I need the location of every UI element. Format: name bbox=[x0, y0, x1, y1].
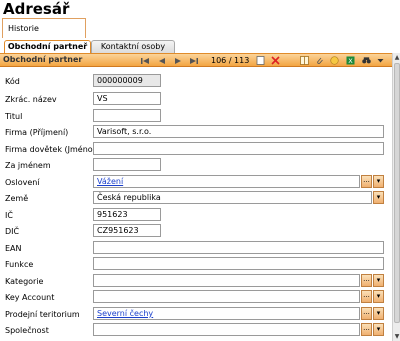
scroll-down-icon[interactable]: ▼ bbox=[393, 332, 400, 341]
dic-input[interactable]: CZ951623 bbox=[93, 224, 161, 237]
spolecnost-dropdown-button[interactable]: ▾ bbox=[373, 323, 384, 336]
spolecnost-browse-button[interactable]: ... bbox=[361, 323, 372, 336]
tab-kontaktni-osoby[interactable]: Kontaktní osoby bbox=[91, 40, 175, 53]
label-key-account: Key Account bbox=[5, 293, 55, 302]
scroll-up-icon[interactable]: ▲ bbox=[393, 53, 400, 62]
row-zkrac-nazev: Zkrác. název VS bbox=[0, 92, 392, 108]
row-dic: DIČ CZ951623 bbox=[0, 224, 392, 240]
toolbar-title: Obchodní partner bbox=[3, 55, 83, 64]
record-counter: 106 / 113 bbox=[211, 56, 250, 65]
zeme-select[interactable]: Česká republika bbox=[93, 191, 372, 204]
kategorie-dropdown-button[interactable]: ▾ bbox=[373, 274, 384, 287]
row-kod: Kód 000000009 bbox=[0, 74, 392, 90]
label-zkrac-nazev: Zkrác. název bbox=[5, 95, 57, 104]
zkrac-nazev-input[interactable]: VS bbox=[93, 92, 161, 105]
firma-dovetek-input[interactable] bbox=[93, 142, 384, 155]
toolbar-dropdown-icon[interactable] bbox=[376, 56, 385, 65]
spolecnost-input[interactable] bbox=[93, 323, 360, 336]
ean-input[interactable] bbox=[93, 241, 384, 254]
row-spolecnost: Společnost ... ▾ bbox=[0, 323, 392, 339]
tab-strip: Obchodní partneř Kontaktní osoby bbox=[0, 40, 400, 54]
excel-export-icon[interactable]: X bbox=[346, 56, 355, 65]
label-prodejni-teritorium: Prodejní teritorium bbox=[5, 310, 80, 319]
label-zeme: Země bbox=[5, 194, 29, 203]
label-spolecnost: Společnost bbox=[5, 326, 49, 335]
attachment-icon[interactable] bbox=[315, 56, 324, 65]
label-kategorie: Kategorie bbox=[5, 277, 44, 286]
row-prodejni-teritorium: Prodejní teritorium Severní čechy ... ▾ bbox=[0, 307, 392, 323]
new-record-icon[interactable] bbox=[256, 56, 265, 65]
row-ic: IČ 951623 bbox=[0, 208, 392, 224]
prev-record-icon[interactable] bbox=[157, 56, 166, 65]
prodejni-teritorium-input[interactable]: Severní čechy bbox=[93, 307, 360, 320]
row-za-jmenem: Za jménem bbox=[0, 158, 392, 174]
key-account-input[interactable] bbox=[93, 290, 360, 303]
label-kod: Kód bbox=[5, 77, 20, 86]
next-record-icon[interactable] bbox=[173, 56, 182, 65]
binoculars-icon[interactable] bbox=[362, 56, 371, 65]
row-kategorie: Kategorie ... ▾ bbox=[0, 274, 392, 290]
label-dic: DIČ bbox=[5, 227, 20, 236]
first-record-icon[interactable] bbox=[140, 56, 149, 65]
label-firma: Firma (Příjmení) bbox=[5, 128, 69, 137]
kategorie-input[interactable] bbox=[93, 274, 360, 287]
row-firma: Firma (Příjmení) Varisoft, s.r.o. bbox=[0, 125, 392, 141]
kod-field: 000000009 bbox=[93, 74, 161, 87]
key-account-browse-button[interactable]: ... bbox=[361, 290, 372, 303]
row-zeme: Země Česká republika ▾ bbox=[0, 191, 392, 207]
osloveni-browse-button[interactable]: ... bbox=[361, 175, 372, 188]
row-titul: Titul bbox=[0, 109, 392, 125]
label-ic: IČ bbox=[5, 211, 13, 220]
za-jmenem-input[interactable] bbox=[93, 158, 161, 171]
label-funkce: Funkce bbox=[5, 260, 34, 269]
funkce-input[interactable] bbox=[93, 257, 384, 270]
scroll-thumb[interactable] bbox=[394, 63, 400, 323]
row-funkce: Funkce bbox=[0, 257, 392, 273]
row-ean: EAN bbox=[0, 241, 392, 257]
app-title: Adresář bbox=[3, 0, 70, 18]
label-za-jmenem: Za jménem bbox=[5, 161, 51, 170]
tab-historie-komunikace[interactable]: Historie komunikace bbox=[2, 18, 86, 52]
row-osloveni: Oslovení Vážení ... ▾ bbox=[0, 175, 392, 191]
label-osloveni: Oslovení bbox=[5, 178, 40, 187]
svg-text:X: X bbox=[348, 57, 353, 65]
titul-input[interactable] bbox=[93, 109, 161, 122]
key-account-dropdown-button[interactable]: ▾ bbox=[373, 290, 384, 303]
kategorie-browse-button[interactable]: ... bbox=[361, 274, 372, 287]
row-key-account: Key Account ... ▾ bbox=[0, 290, 392, 306]
tab-obchodni-partner[interactable]: Obchodní partneř bbox=[4, 40, 91, 54]
vertical-scrollbar[interactable]: ▲ ▼ bbox=[392, 53, 400, 341]
delete-record-icon[interactable] bbox=[271, 56, 280, 65]
firma-input[interactable]: Varisoft, s.r.o. bbox=[93, 125, 384, 138]
status-circle-icon[interactable] bbox=[330, 56, 339, 65]
teritorium-browse-button[interactable]: ... bbox=[361, 307, 372, 320]
last-record-icon[interactable] bbox=[189, 56, 198, 65]
osloveni-input[interactable]: Vážení bbox=[93, 175, 360, 188]
ic-input[interactable]: 951623 bbox=[93, 208, 161, 221]
label-ean: EAN bbox=[5, 244, 22, 253]
osloveni-dropdown-button[interactable]: ▾ bbox=[373, 175, 384, 188]
row-firma-dovetek: Firma dovětek (Jméno) bbox=[0, 142, 392, 158]
record-toolbar: Obchodní partner 106 / 113 X bbox=[0, 53, 392, 67]
columns-icon[interactable] bbox=[300, 56, 309, 65]
label-titul: Titul bbox=[5, 112, 23, 121]
zeme-dropdown-button[interactable]: ▾ bbox=[373, 191, 384, 204]
label-firma-dovetek: Firma dovětek (Jméno) bbox=[5, 145, 96, 154]
teritorium-dropdown-button[interactable]: ▾ bbox=[373, 307, 384, 320]
